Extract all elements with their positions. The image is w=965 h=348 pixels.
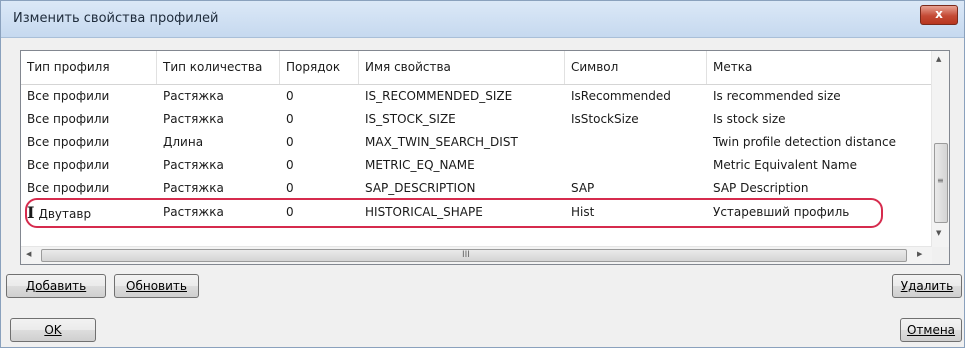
vertical-scroll-thumb[interactable]: ≡ <box>934 143 948 223</box>
cell-order: 0 <box>286 205 294 219</box>
cell-quantity-type: Растяжка <box>163 205 224 219</box>
cell-symbol <box>565 131 707 154</box>
cell-symbol: SAP <box>571 181 595 195</box>
cell-order: 0 <box>286 135 294 149</box>
horizontal-scroll-thumb[interactable]: III <box>41 249 907 262</box>
table-row[interactable]: Все профили Длина 0 MAX_TWIN_SEARCH_DIST… <box>21 131 949 154</box>
cell-quantity-type: Длина <box>163 135 204 149</box>
cell-symbol <box>565 154 707 177</box>
cell-label: SAP Description <box>713 181 809 195</box>
vertical-scrollbar[interactable]: ▲ ≡ ▼ <box>931 51 949 247</box>
cell-quantity-type: Растяжка <box>163 89 224 103</box>
cancel-button-label: Отмена <box>906 323 956 337</box>
grip-icon: ≡ <box>937 176 944 185</box>
table-row[interactable]: Все профили Растяжка 0 METRIC_EQ_NAME Me… <box>21 154 949 177</box>
cell-label: Twin profile detection distance <box>713 135 896 149</box>
column-header-property-name[interactable]: Имя свойства <box>359 51 565 84</box>
ok-button[interactable]: OK <box>10 318 96 342</box>
table-row-selected[interactable]: I Двутавр Растяжка 0 HISTORICAL_SHAPE His… <box>21 201 949 224</box>
update-button-label: Обновить <box>126 279 187 293</box>
cell-property-name: IS_RECOMMENDED_SIZE <box>365 89 513 103</box>
window-title: Изменить свойства профилей <box>13 11 219 26</box>
cell-quantity-type: Растяжка <box>163 112 224 126</box>
cell-label: Metric Equivalent Name <box>713 158 857 172</box>
i-beam-icon: I <box>27 203 35 222</box>
cell-symbol: IsStockSize <box>571 112 639 126</box>
cell-quantity-type: Растяжка <box>163 181 224 195</box>
cell-profile-type: Все профили <box>27 158 110 172</box>
scroll-left-arrow-icon[interactable]: ◀ <box>26 250 31 258</box>
cell-property-name: MAX_TWIN_SEARCH_DIST <box>365 135 518 149</box>
column-header-symbol[interactable]: Символ <box>565 51 707 84</box>
cell-order: 0 <box>286 181 294 195</box>
column-header-quantity-type[interactable]: Тип количества <box>157 51 280 84</box>
profile-type-text: Двутавр <box>38 207 92 221</box>
cell-property-name: IS_STOCK_SIZE <box>365 112 456 126</box>
close-button[interactable]: x <box>920 5 958 25</box>
column-header-profile-type[interactable]: Тип профиля <box>21 51 157 84</box>
cell-symbol: IsRecommended <box>571 89 671 103</box>
cell-profile-type: Все профили <box>27 135 110 149</box>
scroll-down-arrow-icon[interactable]: ▼ <box>936 229 941 237</box>
cell-profile-type: Все профили <box>27 112 110 126</box>
cell-symbol: Hist <box>571 205 595 219</box>
properties-table: Тип профиля Тип количества Порядок Имя с… <box>20 50 950 265</box>
table-row[interactable]: Все профили Растяжка 0 SAP_DESCRIPTION S… <box>21 177 949 200</box>
grip-icon: III <box>462 250 470 260</box>
cell-profile-type: Все профили <box>27 89 110 103</box>
table-row[interactable]: Все профили Растяжка 0 IS_STOCK_SIZE IsS… <box>21 108 949 131</box>
cell-label: Устаревший профиль <box>713 205 850 219</box>
cell-property-name: METRIC_EQ_NAME <box>365 158 475 172</box>
horizontal-scrollbar[interactable]: ◀ III ▶ <box>21 246 932 264</box>
add-button-label: Добавить <box>25 279 87 293</box>
table-header: Тип профиля Тип количества Порядок Имя с… <box>21 51 949 85</box>
update-button[interactable]: Обновить <box>114 274 199 298</box>
cell-property-name: HISTORICAL_SHAPE <box>365 205 483 219</box>
delete-button[interactable]: Удалить <box>892 274 962 298</box>
delete-button-label: Удалить <box>900 279 954 293</box>
column-header-label[interactable]: Метка <box>707 51 947 84</box>
cell-quantity-type: Растяжка <box>163 158 224 172</box>
cell-property-name: SAP_DESCRIPTION <box>365 181 476 195</box>
column-header-order[interactable]: Порядок <box>280 51 359 84</box>
cell-order: 0 <box>286 158 294 172</box>
ok-button-label: OK <box>44 323 62 337</box>
add-button[interactable]: Добавить <box>6 274 106 298</box>
cell-profile-type: I Двутавр <box>21 201 157 224</box>
table-row[interactable]: Все профили Растяжка 0 IS_RECOMMENDED_SI… <box>21 85 949 108</box>
cell-order: 0 <box>286 112 294 126</box>
cell-profile-type: Все профили <box>27 181 110 195</box>
scroll-right-arrow-icon[interactable]: ▶ <box>917 250 922 258</box>
title-bar[interactable]: Изменить свойства профилей x <box>1 1 964 38</box>
scrollbar-corner <box>932 247 949 264</box>
scroll-up-arrow-icon[interactable]: ▲ <box>936 55 941 63</box>
cell-label: Is stock size <box>713 112 786 126</box>
cell-label: Is recommended size <box>713 89 841 103</box>
cancel-button[interactable]: Отмена <box>900 318 962 342</box>
cell-order: 0 <box>286 89 294 103</box>
dialog-window: Изменить свойства профилей x Тип профиля… <box>0 0 965 348</box>
